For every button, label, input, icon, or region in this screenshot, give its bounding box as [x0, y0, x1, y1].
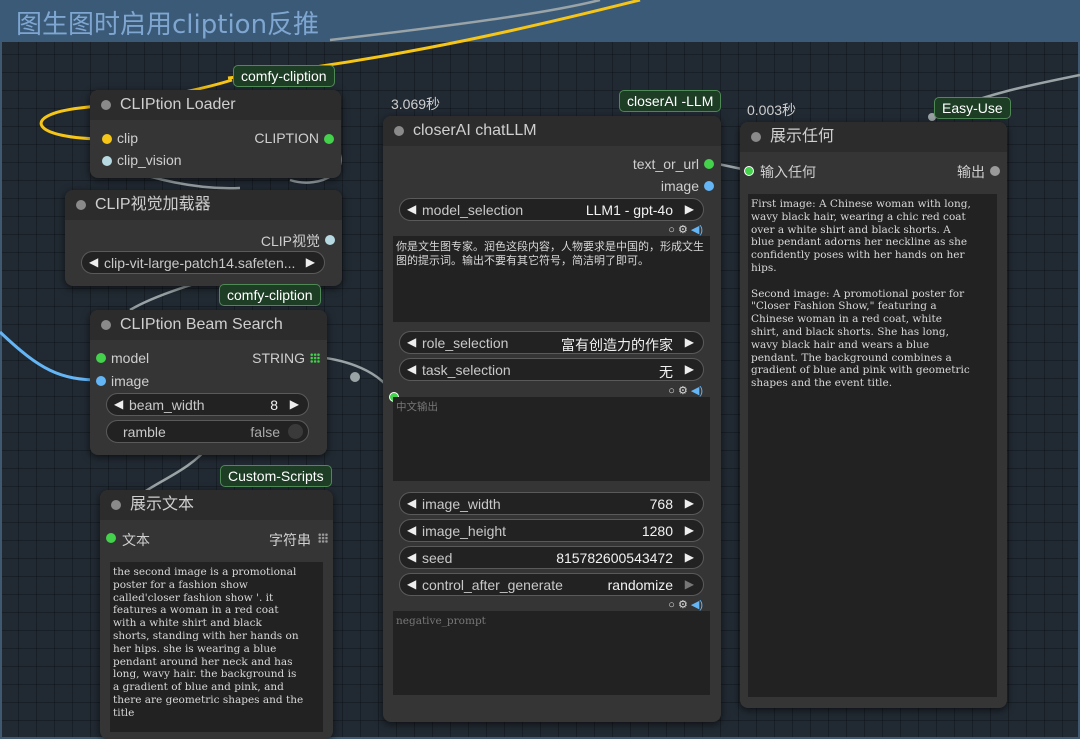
prompt-area[interactable]: 中文输出 [393, 397, 710, 481]
node-title[interactable]: CLIPtion Loader [90, 90, 341, 120]
show-text-area[interactable]: the second image is a promotional poster… [110, 562, 323, 732]
widget-icons[interactable]: ○ ⚙ ◀) [668, 598, 703, 611]
node-badge: Easy-Use [934, 97, 1011, 119]
clip-vision-input-socket[interactable] [102, 156, 112, 166]
arrow-right-icon[interactable]: ▶ [685, 496, 694, 510]
arrow-right-icon[interactable]: ▶ [306, 255, 315, 269]
arrow-left-icon[interactable]: ◀ [407, 202, 416, 216]
gear-icon[interactable]: ⚙ [678, 224, 688, 236]
speaker-icon[interactable]: ◀) [691, 385, 703, 397]
image-height-stepper[interactable]: ◀ image_height 1280 ▶ [399, 519, 704, 542]
string-output-grid-icon[interactable] [310, 353, 320, 363]
toggle-knob-icon[interactable] [288, 424, 303, 439]
widget-icons[interactable]: ○ ⚙ ◀) [668, 223, 703, 236]
arrow-right-icon[interactable]: ▶ [685, 523, 694, 537]
arrow-right-icon[interactable]: ▶ [290, 397, 299, 411]
system-prompt-area[interactable]: 你是文生图专家。润色这段内容，人物要求是中国的，形成文生图的提示词。输出不要有其… [393, 236, 710, 322]
gear-icon[interactable]: ⚙ [678, 599, 688, 611]
arrow-left-icon[interactable]: ◀ [407, 362, 416, 376]
model-selection-combo[interactable]: ◀ model_selection LLM1 - gpt-4o ▶ [399, 198, 704, 221]
node-badge: Custom-Scripts [220, 465, 332, 487]
arrow-right-icon[interactable]: ▶ [685, 577, 694, 591]
circle-icon[interactable]: ○ [668, 599, 675, 611]
wire-reroute-dot [350, 372, 360, 382]
cliption-output-label: CLIPTION [254, 130, 319, 146]
string-output-label: STRING [252, 350, 305, 366]
cliption-beam-search-node[interactable]: CLIPtion Beam Search model image STRING … [90, 310, 327, 455]
arrow-right-icon[interactable]: ▶ [685, 362, 694, 376]
arrow-left-icon[interactable]: ◀ [407, 523, 416, 537]
text-input-socket[interactable] [106, 533, 116, 543]
text-or-url-output-label: text_or_url [632, 156, 699, 172]
arrow-right-icon[interactable]: ▶ [685, 202, 694, 216]
ramble-toggle[interactable]: ramble false [106, 420, 309, 443]
arrow-left-icon[interactable]: ◀ [407, 335, 416, 349]
circle-icon[interactable]: ○ [668, 224, 675, 236]
speaker-icon[interactable]: ◀) [691, 224, 703, 236]
execution-time: 0.003秒 [747, 102, 797, 118]
control-after-generate-combo[interactable]: ◀ control_after_generate randomize ▶ [399, 573, 704, 596]
clip-vision-output-socket[interactable] [325, 235, 335, 245]
node-title[interactable]: 展示文本 [100, 490, 333, 520]
seed-stepper[interactable]: ◀ seed 815782600543472 ▶ [399, 546, 704, 569]
text-input-label: 文本 [122, 532, 150, 548]
clip-vision-loader-node[interactable]: CLIP视觉加载器 CLIP视觉 ◀ clip-vit-large-patch1… [65, 190, 342, 286]
node-badge: comfy-cliption [219, 284, 321, 306]
arrow-left-icon[interactable]: ◀ [407, 550, 416, 564]
clip-name-combo[interactable]: ◀ clip-vit-large-patch14.safeten... ▶ [81, 251, 325, 274]
node-title[interactable]: CLIPtion Beam Search [90, 310, 327, 340]
string-output-label: 字符串 [269, 532, 311, 548]
wire-image-blue [0, 330, 101, 382]
node-badge: comfy-cliption [233, 65, 335, 87]
execution-time: 3.069秒 [391, 96, 441, 112]
image-output-label: image [660, 178, 699, 194]
clip-input-label: clip [117, 130, 139, 146]
node-title[interactable]: CLIP视觉加载器 [65, 190, 342, 220]
negative-prompt-area[interactable]: negative_prompt [393, 611, 710, 695]
text-or-url-socket[interactable] [704, 159, 714, 169]
collapse-dot-icon[interactable] [76, 200, 86, 210]
any-input-label: 输入任何 [760, 164, 816, 180]
show-text-node[interactable]: 展示文本 文本 字符串 the second image is a promot… [100, 490, 333, 739]
output-label: 输出 [957, 164, 985, 180]
cliption-output-socket[interactable] [324, 134, 334, 144]
role-selection-combo[interactable]: ◀ role_selection 富有创造力的作家 ▶ [399, 331, 704, 354]
speaker-icon[interactable]: ◀) [691, 599, 703, 611]
circle-icon[interactable]: ○ [668, 385, 675, 397]
closerai-chatllm-node[interactable]: closerAI chatLLM text_or_url image ◀ mod… [383, 116, 721, 722]
clip-vision-input-label: clip_vision [117, 152, 182, 168]
arrow-left-icon[interactable]: ◀ [114, 397, 123, 411]
node-badge: closerAI -LLM [619, 90, 722, 112]
node-title[interactable]: 展示任何 [740, 122, 1007, 152]
image-socket[interactable] [704, 181, 714, 191]
output-socket[interactable] [990, 166, 1000, 176]
image-input-label: image [111, 373, 150, 389]
beam-width-stepper[interactable]: ◀ beam_width 8 ▶ [106, 393, 309, 416]
clip-input-socket[interactable] [102, 134, 112, 144]
arrow-left-icon[interactable]: ◀ [407, 577, 416, 591]
arrow-left-icon[interactable]: ◀ [407, 496, 416, 510]
clip-vision-output-label: CLIP视觉 [260, 233, 320, 249]
display-any-node[interactable]: 展示任何 输入任何 输出 First image: A Chinese woma… [740, 122, 1007, 708]
arrow-right-icon[interactable]: ▶ [685, 335, 694, 349]
any-input-socket[interactable] [744, 166, 754, 176]
arrow-left-icon[interactable]: ◀ [89, 255, 98, 269]
string-output-grid-icon[interactable] [318, 533, 328, 543]
collapse-dot-icon[interactable] [111, 500, 121, 510]
collapse-dot-icon[interactable] [394, 126, 404, 136]
arrow-right-icon[interactable]: ▶ [685, 550, 694, 564]
node-title[interactable]: closerAI chatLLM [383, 116, 721, 146]
collapse-dot-icon[interactable] [751, 132, 761, 142]
task-selection-combo[interactable]: ◀ task_selection 无 ▶ [399, 358, 704, 381]
image-width-stepper[interactable]: ◀ image_width 768 ▶ [399, 492, 704, 515]
display-text-area[interactable]: First image: A Chinese woman with long, … [748, 194, 997, 697]
image-input-socket[interactable] [96, 376, 106, 386]
gear-icon[interactable]: ⚙ [678, 385, 688, 397]
model-input-label: model [111, 350, 150, 366]
cliption-loader-node[interactable]: CLIPtion Loader clip clip_vision CLIPTIO… [90, 90, 341, 178]
collapse-dot-icon[interactable] [101, 320, 111, 330]
model-input-socket[interactable] [96, 353, 106, 363]
collapse-dot-icon[interactable] [101, 100, 111, 110]
widget-icons[interactable]: ○ ⚙ ◀) [668, 384, 703, 397]
